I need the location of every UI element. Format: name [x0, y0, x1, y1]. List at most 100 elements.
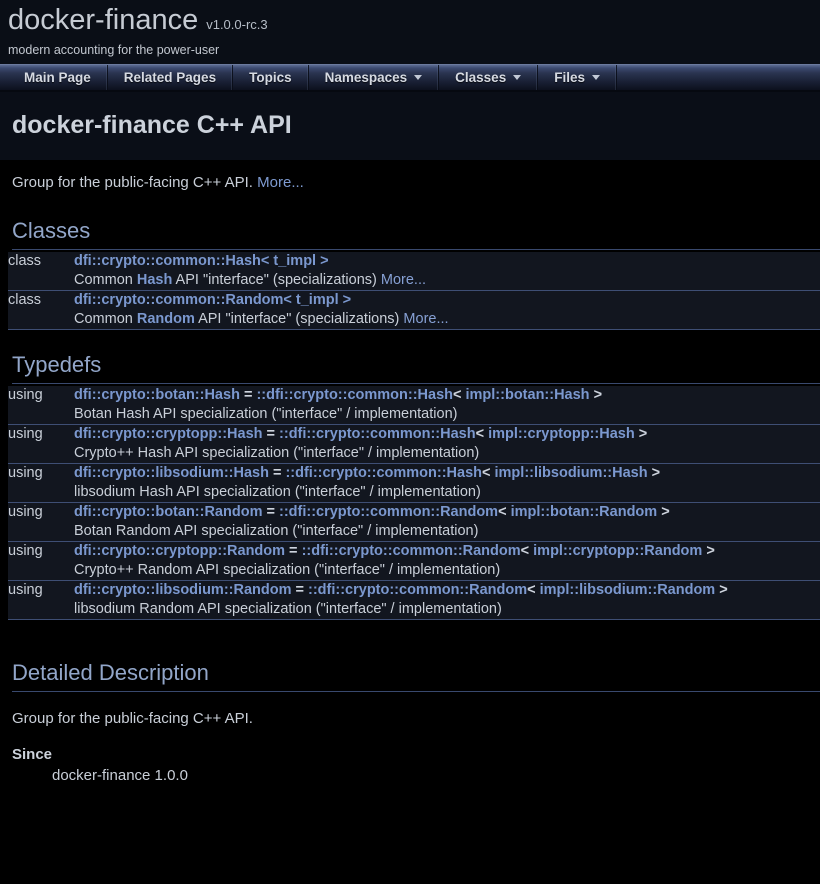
nav-tab-label: Classes	[455, 70, 506, 85]
typedef-link[interactable]: dfi::crypto::cryptopp::Hash	[74, 426, 263, 442]
member-desc-spacer	[8, 561, 74, 581]
template-open: <	[476, 426, 489, 442]
eq-sign: =	[269, 465, 286, 481]
impl-link[interactable]: impl::botan::Random	[511, 504, 658, 520]
member-desc: libsodium Random API specialization ("in…	[74, 600, 820, 620]
table-row: class dfi::crypto::common::Hash< t_impl …	[8, 252, 820, 271]
template-close: >	[657, 504, 670, 520]
eq-sign: =	[291, 582, 308, 598]
typedef-target-link[interactable]: ::dfi::crypto::common::Hash	[285, 465, 482, 481]
typedef-link[interactable]: dfi::crypto::libsodium::Random	[74, 582, 291, 598]
typedef-target-link[interactable]: ::dfi::crypto::common::Random	[302, 543, 521, 559]
nav-tab-related-pages[interactable]: Related Pages	[108, 65, 233, 90]
table-row-desc: Botan Random API specialization ("interf…	[8, 522, 820, 542]
chevron-down-icon	[414, 75, 422, 80]
member-kind: using	[8, 425, 74, 445]
template-close: >	[702, 543, 715, 559]
typedef-link[interactable]: dfi::crypto::libsodium::Hash	[74, 465, 269, 481]
nav-tab-main-page[interactable]: Main Page	[8, 65, 108, 90]
member-desc: Common Random API "interface" (specializ…	[74, 310, 820, 330]
typedef-target-link[interactable]: ::dfi::crypto::common::Random	[279, 504, 498, 520]
member-kind: class	[8, 291, 74, 311]
member-desc: libsodium Hash API specialization ("inte…	[74, 483, 820, 503]
class-ref-link[interactable]: Random	[137, 311, 195, 327]
typedef-link[interactable]: dfi::crypto::cryptopp::Random	[74, 543, 285, 559]
member-kind: using	[8, 464, 74, 484]
intro-more-link[interactable]: More...	[257, 174, 304, 191]
table-row: using dfi::crypto::libsodium::Hash = ::d…	[8, 464, 820, 484]
nav-tab-label: Namespaces	[325, 70, 408, 85]
table-row-desc: Crypto++ Random API specialization ("int…	[8, 561, 820, 581]
member-desc-spacer	[8, 483, 74, 503]
main-nav-list: Main Page Related Pages Topics Namespace…	[0, 65, 617, 90]
more-link[interactable]: More...	[381, 272, 426, 288]
member-desc: Crypto++ Random API specialization ("int…	[74, 561, 820, 581]
eq-sign: =	[262, 504, 279, 520]
member-kind: using	[8, 386, 74, 405]
table-row-desc: Botan Hash API specialization ("interfac…	[8, 405, 820, 425]
impl-link[interactable]: impl::libsodium::Random	[540, 582, 716, 598]
member-name: dfi::crypto::botan::Random = ::dfi::cryp…	[74, 503, 820, 523]
table-row: using dfi::crypto::cryptopp::Hash = ::df…	[8, 425, 820, 445]
eq-sign: =	[263, 426, 280, 442]
member-kind: using	[8, 503, 74, 523]
member-desc: Crypto++ Hash API specialization ("inter…	[74, 444, 820, 464]
table-row-desc: Common Hash API "interface" (specializat…	[8, 271, 820, 291]
nav-tab-classes[interactable]: Classes	[439, 65, 538, 90]
typedef-target-link[interactable]: ::dfi::crypto::common::Random	[308, 582, 527, 598]
template-close: >	[635, 426, 648, 442]
impl-link[interactable]: impl::botan::Hash	[466, 387, 590, 403]
detail-paragraph: Group for the public-facing C++ API.	[12, 710, 820, 728]
member-desc: Botan Hash API specialization ("interfac…	[74, 405, 820, 425]
desc-text: Common	[74, 272, 137, 288]
typedef-target-link[interactable]: ::dfi::crypto::common::Hash	[256, 387, 453, 403]
template-close: >	[715, 582, 728, 598]
typedef-link[interactable]: dfi::crypto::botan::Hash	[74, 387, 240, 403]
nav-tab-label: Files	[554, 70, 585, 85]
member-name: dfi::crypto::botan::Hash = ::dfi::crypto…	[74, 386, 820, 405]
member-desc-spacer	[8, 444, 74, 464]
member-desc-spacer	[8, 271, 74, 291]
class-link[interactable]: dfi::crypto::common::Hash< t_impl >	[74, 253, 329, 269]
page-header: docker-finance C++ API	[0, 92, 820, 160]
table-row-desc: Common Random API "interface" (specializ…	[8, 310, 820, 330]
member-name: dfi::crypto::cryptopp::Random = ::dfi::c…	[74, 542, 820, 562]
member-name: dfi::crypto::common::Random< t_impl >	[74, 291, 820, 311]
table-row-desc: libsodium Hash API specialization ("inte…	[8, 483, 820, 503]
nav-tab-namespaces[interactable]: Namespaces	[309, 65, 440, 90]
template-close: >	[648, 465, 661, 481]
nav-tab-topics[interactable]: Topics	[233, 65, 309, 90]
nav-tab-label: Related Pages	[124, 70, 216, 85]
table-row: using dfi::crypto::cryptopp::Random = ::…	[8, 542, 820, 562]
detailed-description-heading: Detailed Description	[12, 660, 820, 692]
impl-link[interactable]: impl::libsodium::Hash	[495, 465, 648, 481]
since-block: Since docker-finance 1.0.0	[12, 746, 820, 785]
typedef-link[interactable]: dfi::crypto::botan::Random	[74, 504, 262, 520]
member-desc: Botan Random API specialization ("interf…	[74, 522, 820, 542]
project-name-text: docker-finance	[8, 4, 198, 36]
member-kind: using	[8, 581, 74, 601]
desc-text: API "interface" (specializations)	[195, 311, 404, 327]
impl-link[interactable]: impl::cryptopp::Hash	[488, 426, 635, 442]
main-nav: Main Page Related Pages Topics Namespace…	[0, 64, 820, 92]
desc-text: Common	[74, 311, 137, 327]
typedef-target-link[interactable]: ::dfi::crypto::common::Hash	[279, 426, 476, 442]
class-ref-link[interactable]: Hash	[137, 272, 172, 288]
nav-tab-label: Topics	[249, 70, 292, 85]
class-link[interactable]: dfi::crypto::common::Random< t_impl >	[74, 292, 351, 308]
table-row: using dfi::crypto::libsodium::Random = :…	[8, 581, 820, 601]
template-open: <	[482, 465, 495, 481]
nav-tab-label: Main Page	[24, 70, 91, 85]
nav-tab-files[interactable]: Files	[538, 65, 617, 90]
table-row: class dfi::crypto::common::Random< t_imp…	[8, 291, 820, 311]
template-close: >	[590, 387, 603, 403]
template-open: <	[521, 543, 534, 559]
more-link[interactable]: More...	[403, 311, 448, 327]
member-desc-spacer	[8, 600, 74, 620]
chevron-down-icon	[513, 75, 521, 80]
table-row: using dfi::crypto::botan::Hash = ::dfi::…	[8, 386, 820, 405]
impl-link[interactable]: impl::cryptopp::Random	[533, 543, 702, 559]
desc-text: API "interface" (specializations)	[172, 272, 381, 288]
since-value: docker-finance 1.0.0	[52, 767, 820, 785]
member-name: dfi::crypto::libsodium::Hash = ::dfi::cr…	[74, 464, 820, 484]
